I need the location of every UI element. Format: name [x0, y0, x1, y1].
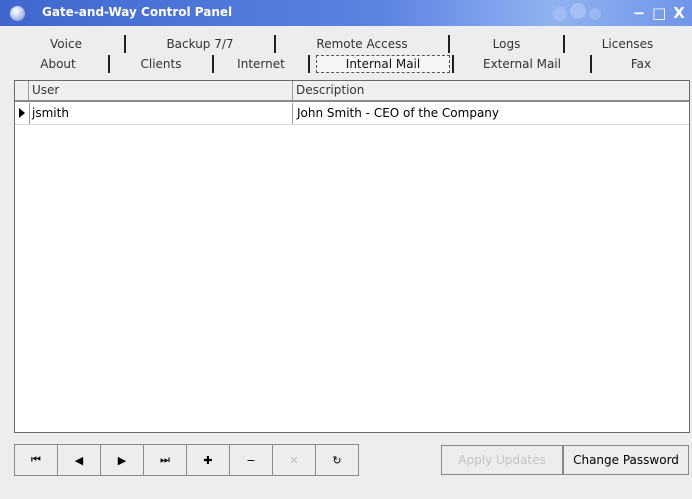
tab-about[interactable]: About: [8, 55, 110, 73]
first-record-icon[interactable]: ⏮: [14, 444, 58, 476]
next-record-icon[interactable]: ▶: [100, 444, 144, 476]
apply-updates-button[interactable]: Apply Updates: [441, 445, 563, 475]
cell-description[interactable]: John Smith - CEO of the Company: [295, 103, 685, 124]
maximize-icon[interactable]: □: [652, 3, 666, 23]
tab-internet[interactable]: Internet: [214, 55, 310, 73]
refresh-icon[interactable]: ↻: [315, 444, 359, 476]
tab-clients[interactable]: Clients: [110, 55, 214, 73]
titlebar-decoration-icon: [553, 3, 601, 21]
control-panel-window: Gate-and-Way Control Panel − □ X Voice B…: [0, 0, 692, 499]
tab-row-bottom: About Clients Internet Internal Mail Ext…: [8, 55, 690, 73]
prior-record-icon[interactable]: ◀: [57, 444, 101, 476]
tab-voice[interactable]: Voice: [8, 35, 126, 53]
users-grid[interactable]: User Description jsmith John Smith - CEO…: [14, 80, 690, 433]
tab-backup[interactable]: Backup 7/7: [126, 35, 276, 53]
close-icon[interactable]: X: [672, 3, 686, 23]
table-row[interactable]: jsmith John Smith - CEO of the Company: [15, 103, 689, 125]
tab-fax[interactable]: Fax: [592, 55, 690, 73]
record-navigator: ⏮ ◀ ▶ ⏭ ✚ − ✕ ↻: [14, 444, 359, 476]
window-title: Gate-and-Way Control Panel: [42, 5, 233, 19]
cell-user[interactable]: jsmith: [30, 103, 292, 124]
column-divider: [292, 103, 293, 124]
column-header-description[interactable]: Description: [293, 81, 689, 100]
column-header-user[interactable]: User: [29, 81, 293, 100]
title-bar[interactable]: Gate-and-Way Control Panel − □ X: [0, 0, 692, 26]
insert-record-icon[interactable]: ✚: [186, 444, 230, 476]
tab-internal-mail[interactable]: Internal Mail: [316, 55, 450, 73]
grid-header: User Description: [15, 81, 689, 102]
cancel-edit-icon[interactable]: ✕: [272, 444, 316, 476]
tab-row-top: Voice Backup 7/7 Remote Access Logs Lice…: [8, 35, 690, 53]
indicator-header: [15, 81, 29, 100]
change-password-button[interactable]: Change Password: [563, 445, 689, 475]
app-icon[interactable]: [10, 6, 25, 21]
tab-external-mail[interactable]: External Mail: [452, 55, 592, 73]
tab-licenses[interactable]: Licenses: [565, 35, 690, 53]
current-row-arrow-icon: [19, 108, 25, 118]
row-indicator: [15, 103, 30, 124]
last-record-icon[interactable]: ⏭: [143, 444, 187, 476]
delete-record-icon[interactable]: −: [229, 444, 273, 476]
tab-logs[interactable]: Logs: [450, 35, 565, 53]
tab-remote-access[interactable]: Remote Access: [276, 35, 450, 53]
minimize-icon[interactable]: −: [632, 3, 646, 23]
